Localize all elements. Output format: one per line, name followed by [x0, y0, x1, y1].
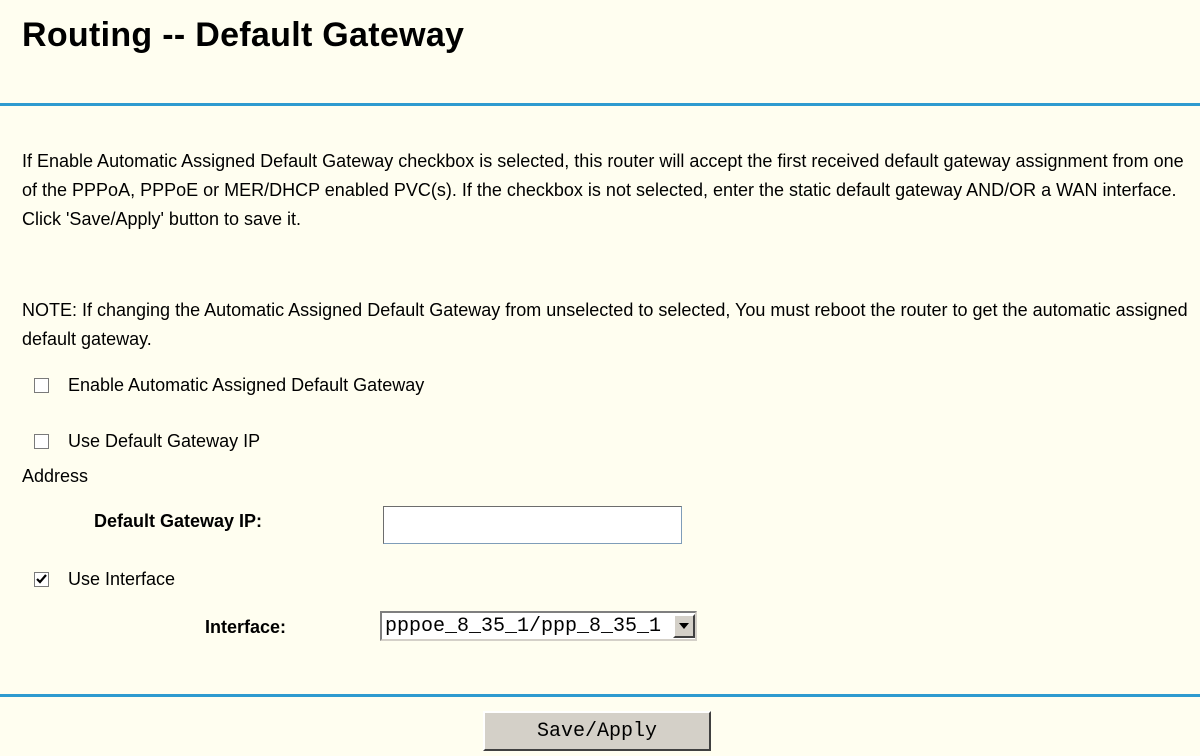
- enable-auto-gateway-label: Enable Automatic Assigned Default Gatewa…: [68, 374, 425, 395]
- note-text: NOTE: If changing the Automatic Assigned…: [22, 300, 1188, 349]
- header-divider: [0, 103, 1200, 106]
- checkmark-icon: [36, 573, 47, 584]
- use-gateway-ip-row[interactable]: Use Default Gateway IP: [34, 429, 260, 453]
- enable-auto-gateway-checkbox[interactable]: [34, 377, 49, 393]
- gateway-ip-label: Default Gateway IP:: [94, 511, 263, 531]
- gateway-ip-input[interactable]: [383, 506, 682, 544]
- chevron-down-icon: [679, 623, 689, 629]
- enable-auto-gateway-row[interactable]: Enable Automatic Assigned Default Gatewa…: [34, 373, 424, 397]
- use-interface-label: Use Interface: [68, 568, 176, 589]
- use-gateway-ip-label: Use Default Gateway IP: [68, 430, 261, 451]
- interface-select-value: pppoe_8_35_1/ppp_8_35_1: [385, 614, 662, 638]
- interface-select[interactable]: pppoe_8_35_1/ppp_8_35_1: [380, 611, 697, 641]
- dropdown-button[interactable]: [673, 614, 695, 638]
- description-text: If Enable Automatic Assigned Default Gat…: [22, 151, 1184, 229]
- use-interface-row[interactable]: Use Interface: [34, 567, 175, 591]
- footer-divider: [0, 694, 1200, 697]
- use-gateway-ip-checkbox[interactable]: [34, 433, 49, 449]
- save-apply-button[interactable]: Save/Apply: [483, 711, 711, 751]
- use-interface-checkbox[interactable]: [34, 571, 49, 587]
- use-gateway-ip-label-cont: Address: [22, 466, 89, 486]
- interface-label: Interface:: [205, 617, 287, 637]
- page-title: Routing -- Default Gateway: [22, 16, 465, 54]
